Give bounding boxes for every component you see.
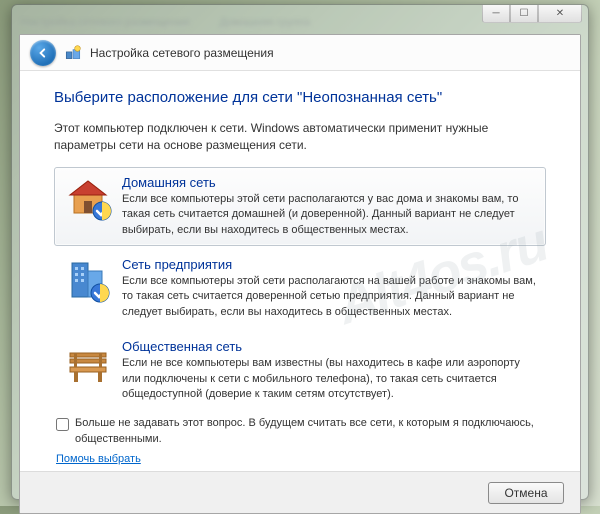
dialog-header: Настройка сетевого размещения xyxy=(20,35,580,71)
home-icon xyxy=(64,175,112,223)
dialog-content: Alt4os.ru Выберите расположение для сети… xyxy=(20,71,580,471)
dialog-footer: Отмена xyxy=(20,471,580,513)
option-work-network[interactable]: Сеть предприятия Если все компьютеры это… xyxy=(54,249,546,328)
help-choose-link[interactable]: Помочь выбрать xyxy=(56,453,141,465)
remember-label[interactable]: Больше не задавать этот вопрос. В будуще… xyxy=(75,416,546,447)
option-desc: Если не все компьютеры вам известны (вы … xyxy=(122,356,536,402)
maximize-button[interactable]: ☐ xyxy=(510,5,538,23)
remember-checkbox[interactable] xyxy=(56,418,69,431)
option-desc: Если все компьютеры этой сети располагаю… xyxy=(122,274,536,320)
dialog-inner: Настройка сетевого размещения Alt4os.ru … xyxy=(19,34,581,514)
intro-text: Этот компьютер подключен к сети. Windows… xyxy=(54,120,546,155)
dialog-window: Настройка сетевого размещения Домашняя г… xyxy=(11,4,589,500)
option-desc: Если все компьютеры этой сети располагаю… xyxy=(122,192,536,238)
network-location-icon xyxy=(64,44,82,62)
option-title: Общественная сеть xyxy=(122,339,536,354)
titlebar-blur-text: Настройка сетевого размещения Домашняя г… xyxy=(21,17,310,29)
close-button[interactable]: ✕ xyxy=(538,5,582,23)
cancel-button[interactable]: Отмена xyxy=(488,482,564,504)
remember-choice-row: Больше не задавать этот вопрос. В будуще… xyxy=(56,416,546,447)
back-button[interactable] xyxy=(30,40,56,66)
minimize-button[interactable]: ─ xyxy=(482,5,510,23)
option-public-network[interactable]: Общественная сеть Если не все компьютеры… xyxy=(54,331,546,410)
dialog-title: Настройка сетевого размещения xyxy=(90,46,274,60)
option-title: Сеть предприятия xyxy=(122,257,536,272)
office-icon xyxy=(64,257,112,305)
page-heading: Выберите расположение для сети "Неопозна… xyxy=(54,89,546,106)
bench-icon xyxy=(64,339,112,387)
window-titlebar: Настройка сетевого размещения Домашняя г… xyxy=(19,12,581,34)
option-home-network[interactable]: Домашняя сеть Если все компьютеры этой с… xyxy=(54,167,546,246)
option-title: Домашняя сеть xyxy=(122,175,536,190)
